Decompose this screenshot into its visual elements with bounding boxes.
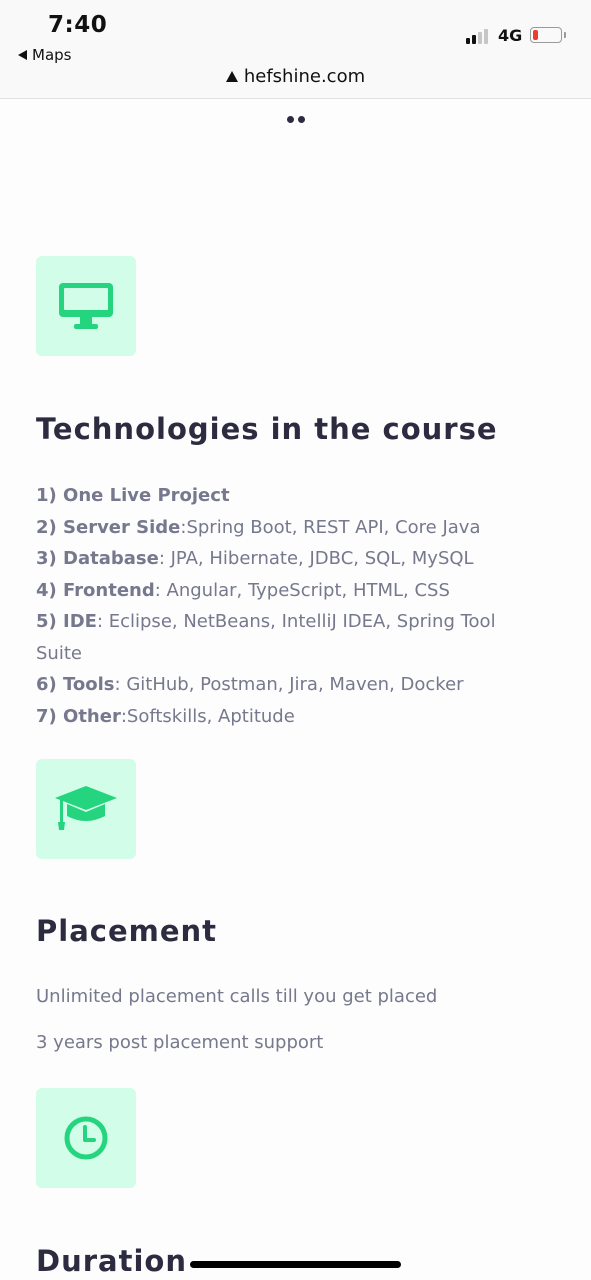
monitor-icon (59, 283, 113, 329)
url-bar[interactable]: hefshine.com (0, 66, 591, 87)
url-text: hefshine.com (243, 66, 366, 87)
warning-icon (225, 71, 238, 82)
status-bar: 7:40 Maps 4G hefshine.com (0, 0, 591, 99)
back-arrow-icon (18, 50, 27, 60)
list-item: 4) Frontend: Angular, TypeScript, HTML, … (36, 579, 450, 601)
network-type: 4G (498, 26, 523, 45)
placement-heading: Placement (36, 914, 218, 948)
placement-line-1: Unlimited placement calls till you get p… (36, 986, 438, 1007)
list-item: 3) Database: JPA, Hibernate, JDBC, SQL, … (36, 548, 474, 569)
back-app-label: Maps (32, 46, 72, 64)
graduation-cap-icon (55, 786, 117, 830)
list-item: 2) Server Side:Spring Boot, REST API, Co… (36, 516, 481, 538)
list-item: 1) One Live Project (36, 485, 230, 506)
list-item: 6) Tools: GitHub, Postman, Jira, Maven, … (36, 674, 464, 695)
placement-icon-tile (36, 759, 136, 859)
status-time: 7:40 (48, 12, 108, 38)
technologies-heading: Technologies in the course (36, 412, 498, 446)
back-to-maps-button[interactable]: Maps (18, 46, 71, 64)
list-item: 7) Other:Softskills, Aptitude (36, 705, 295, 727)
duration-icon-tile (36, 1088, 136, 1188)
signal-strength-icon (466, 28, 488, 44)
clock-icon (64, 1116, 108, 1160)
page-indicator-dots (287, 116, 305, 123)
placement-line-2: 3 years post placement support (36, 1032, 324, 1053)
technologies-icon-tile (36, 256, 136, 356)
duration-heading: Duration (36, 1244, 187, 1278)
technologies-list: 1) One Live Project 2) Server Side:Sprin… (36, 480, 536, 732)
home-indicator[interactable] (190, 1261, 401, 1268)
battery-icon (530, 27, 566, 43)
list-item: 5) IDE: Eclipse, NetBeans, IntelliJ IDEA… (36, 611, 496, 664)
